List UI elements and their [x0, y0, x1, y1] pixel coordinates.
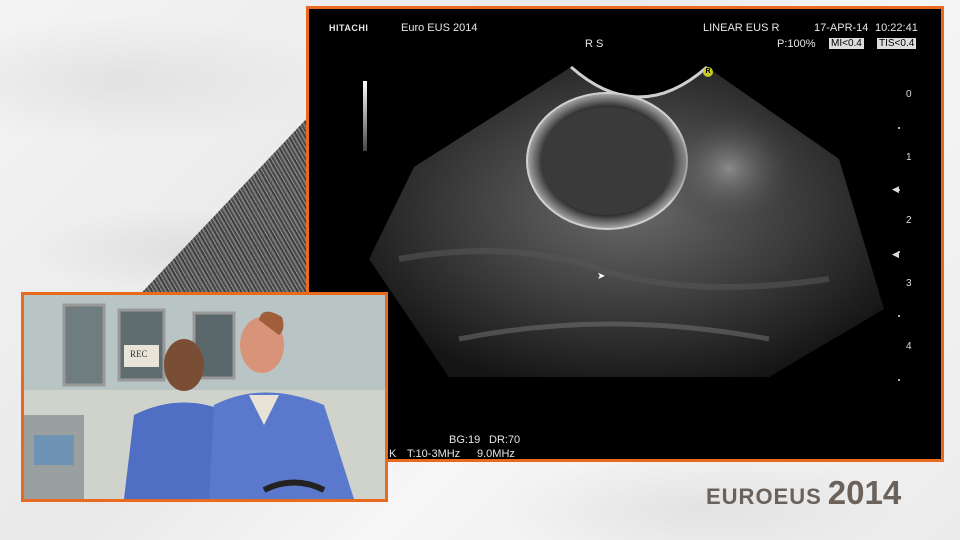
power-label: P:100%	[777, 38, 816, 50]
mi-index: MI<0.4	[829, 38, 864, 49]
depth-tick: 3	[906, 278, 912, 289]
study-title: Euro EUS 2014	[401, 22, 478, 34]
dynamic-range-label: DR:70	[489, 434, 521, 446]
orientation-marker-icon: R	[703, 67, 713, 77]
depth-tick: 2	[906, 215, 912, 226]
depth-tick: 0	[906, 89, 912, 100]
ultrasound-panel: R ➤ HITACHI Euro EUS 2014 LINEAR EUS R 1…	[306, 6, 944, 462]
depth-minor-tick	[898, 379, 900, 381]
rec-sign: REC	[130, 349, 148, 359]
video-inset: REC	[21, 292, 388, 502]
grayscale-bar	[363, 81, 367, 151]
logo-prefix: EUROEUS	[706, 484, 822, 509]
depth-tick: 1	[906, 152, 912, 163]
depth-tick: 4	[906, 341, 912, 352]
depth-minor-tick	[898, 127, 900, 129]
ultrasound-image	[369, 65, 884, 377]
frequency-range: T:10-3MHz	[407, 448, 461, 460]
depth-scale: 0 1 2 3 4 ◀ ◀	[892, 89, 936, 389]
depth-minor-tick	[898, 315, 900, 317]
tis-index: TIS<0.4	[877, 38, 917, 49]
video-scene	[24, 295, 385, 499]
k-label: K	[389, 448, 397, 460]
orientation-label: R S	[585, 38, 604, 50]
logo-year: 2014	[827, 474, 902, 511]
probe-mode: LINEAR EUS R	[703, 22, 780, 34]
cursor-arrow-icon: ➤	[597, 271, 606, 282]
euroeus-logo: EUROEUS 2014	[706, 474, 901, 512]
frequency-value: 9.0MHz	[477, 448, 515, 460]
focus-marker-icon: ◀	[892, 184, 899, 194]
exam-date: 17-APR-14	[814, 22, 869, 34]
focus-marker-icon: ◀	[892, 249, 899, 259]
gain-label: BG:19	[449, 434, 481, 446]
brand-label: HITACHI	[329, 23, 369, 33]
exam-time: 10:22:41	[875, 22, 918, 34]
